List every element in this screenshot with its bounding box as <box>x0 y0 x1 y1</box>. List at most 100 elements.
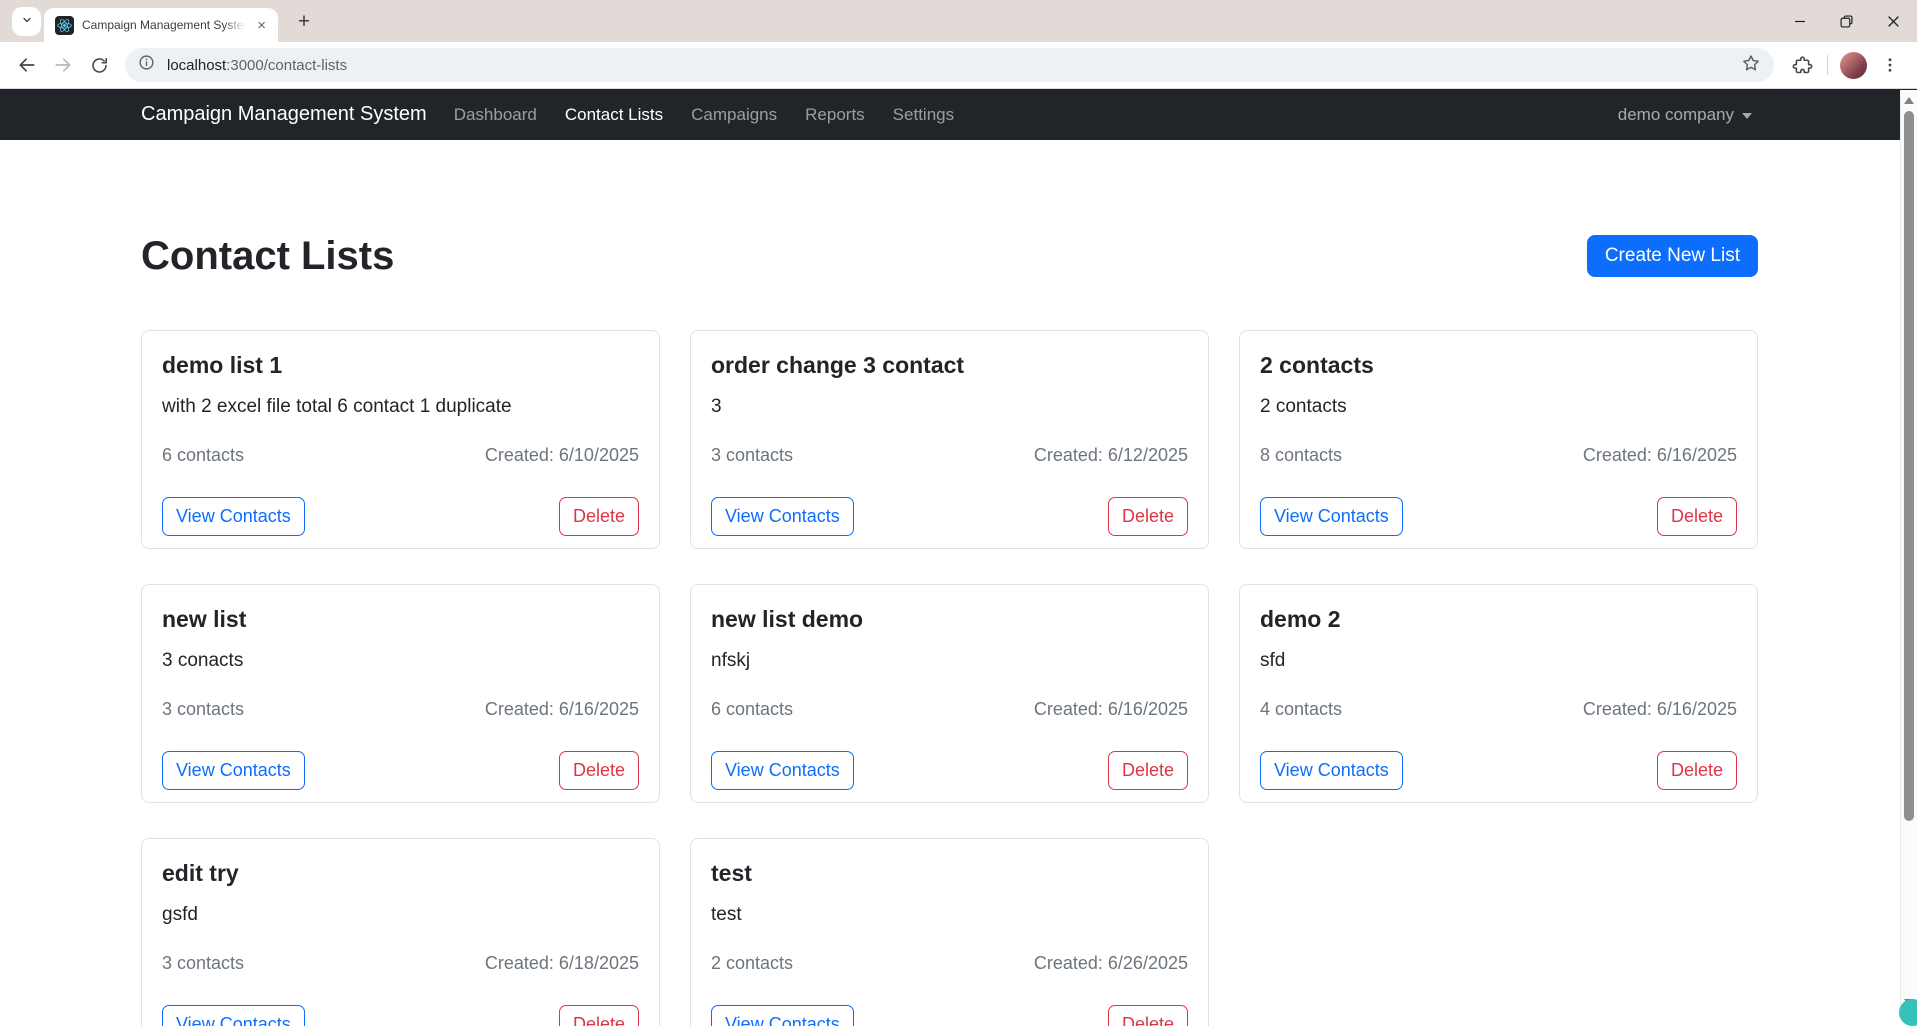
contact-list-card: edit try gsfd 3 contacts Created: 6/18/2… <box>141 838 660 1026</box>
list-description: gsfd <box>162 903 639 927</box>
list-created-date: Created: 6/26/2025 <box>1034 953 1188 974</box>
list-description: nfskj <box>711 649 1188 673</box>
list-name: order change 3 contact <box>711 351 1188 379</box>
site-info-icon[interactable] <box>138 54 155 76</box>
list-meta: 3 contacts Created: 6/18/2025 <box>162 953 639 974</box>
card-actions: View Contacts Delete <box>711 751 1188 790</box>
tab-title: Campaign Management System <box>82 18 246 32</box>
nav-link-campaigns[interactable]: Campaigns <box>677 105 791 125</box>
nav-link-reports[interactable]: Reports <box>791 105 879 125</box>
page-header: Contact Lists Create New List <box>141 232 1758 280</box>
tab-close-icon[interactable]: × <box>254 17 269 34</box>
scrollbar-thumb[interactable] <box>1904 111 1914 821</box>
list-name: demo 2 <box>1260 605 1737 633</box>
card-actions: View Contacts Delete <box>162 751 639 790</box>
list-name: demo list 1 <box>162 351 639 379</box>
contact-list-card: test test 2 contacts Created: 6/26/2025 … <box>690 838 1209 1026</box>
window-controls <box>1776 0 1917 42</box>
list-contact-count: 2 contacts <box>711 953 793 974</box>
reload-button[interactable] <box>81 47 117 83</box>
minimize-button[interactable] <box>1776 0 1823 42</box>
list-meta: 8 contacts Created: 6/16/2025 <box>1260 445 1737 466</box>
list-contact-count: 8 contacts <box>1260 445 1342 466</box>
browser-tab[interactable]: Campaign Management System × <box>44 8 278 42</box>
delete-button[interactable]: Delete <box>1108 1005 1188 1026</box>
list-contact-count: 6 contacts <box>711 699 793 720</box>
browser-tabstrip: Campaign Management System × + <box>0 0 1917 42</box>
list-description: 3 <box>711 395 1188 419</box>
delete-button[interactable]: Delete <box>559 497 639 536</box>
caret-down-icon <box>1742 113 1752 119</box>
url-text: localhost:3000/contact-lists <box>167 57 347 74</box>
view-contacts-button[interactable]: View Contacts <box>162 751 305 790</box>
view-contacts-button[interactable]: View Contacts <box>1260 751 1403 790</box>
list-name: test <box>711 859 1188 887</box>
back-button[interactable] <box>9 47 45 83</box>
list-meta: 6 contacts Created: 6/16/2025 <box>711 699 1188 720</box>
create-new-list-button[interactable]: Create New List <box>1587 235 1758 277</box>
nav-link-contact-lists[interactable]: Contact Lists <box>551 105 677 125</box>
list-meta: 4 contacts Created: 6/16/2025 <box>1260 699 1737 720</box>
contact-list-card: new list demo nfskj 6 contacts Created: … <box>690 584 1209 803</box>
tab-search-button[interactable] <box>12 7 41 36</box>
view-contacts-button[interactable]: View Contacts <box>162 1005 305 1026</box>
delete-button[interactable]: Delete <box>1657 751 1737 790</box>
profile-avatar[interactable] <box>1840 52 1867 79</box>
contact-list-card: order change 3 contact 3 3 contacts Crea… <box>690 330 1209 549</box>
list-contact-count: 3 contacts <box>711 445 793 466</box>
view-contacts-button[interactable]: View Contacts <box>162 497 305 536</box>
list-meta: 3 contacts Created: 6/12/2025 <box>711 445 1188 466</box>
page-scrollbar[interactable] <box>1900 90 1917 1013</box>
nav-link-dashboard[interactable]: Dashboard <box>440 105 551 125</box>
scrollbar-up-arrow-icon[interactable] <box>1904 97 1914 104</box>
contact-list-card: demo list 1 with 2 excel file total 6 co… <box>141 330 660 549</box>
list-meta: 6 contacts Created: 6/10/2025 <box>162 445 639 466</box>
url-path: :3000/contact-lists <box>226 57 347 74</box>
forward-button[interactable] <box>45 47 81 83</box>
address-bar[interactable]: localhost:3000/contact-lists <box>125 48 1774 82</box>
list-contact-count: 4 contacts <box>1260 699 1342 720</box>
card-actions: View Contacts Delete <box>162 1005 639 1026</box>
delete-button[interactable]: Delete <box>1108 497 1188 536</box>
app-brand[interactable]: Campaign Management System <box>141 103 427 126</box>
list-description: with 2 excel file total 6 contact 1 dupl… <box>162 395 639 419</box>
view-contacts-button[interactable]: View Contacts <box>711 497 854 536</box>
list-description: 2 contacts <box>1260 395 1737 419</box>
card-actions: View Contacts Delete <box>711 1005 1188 1026</box>
card-actions: View Contacts Delete <box>1260 497 1737 536</box>
list-description: 3 conacts <box>162 649 639 673</box>
bookmark-star-icon[interactable] <box>1741 53 1761 78</box>
page-title: Contact Lists <box>141 232 394 280</box>
view-contacts-button[interactable]: View Contacts <box>711 1005 854 1026</box>
list-name: new list <box>162 605 639 633</box>
company-dropdown-label: demo company <box>1618 105 1734 125</box>
list-name: edit try <box>162 859 639 887</box>
new-tab-button[interactable]: + <box>290 9 318 37</box>
nav-link-settings[interactable]: Settings <box>879 105 968 125</box>
browser-menu-icon[interactable] <box>1872 47 1908 83</box>
close-window-button[interactable] <box>1870 0 1917 42</box>
card-actions: View Contacts Delete <box>711 497 1188 536</box>
delete-button[interactable]: Delete <box>1657 497 1737 536</box>
main-content: Contact Lists Create New List demo list … <box>0 140 1917 1026</box>
delete-button[interactable]: Delete <box>559 1005 639 1026</box>
extensions-icon[interactable] <box>1784 47 1820 83</box>
company-dropdown[interactable]: demo company <box>1618 105 1752 125</box>
card-actions: View Contacts Delete <box>162 497 639 536</box>
delete-button[interactable]: Delete <box>1108 751 1188 790</box>
list-created-date: Created: 6/12/2025 <box>1034 445 1188 466</box>
list-created-date: Created: 6/18/2025 <box>485 953 639 974</box>
contact-list-card: demo 2 sfd 4 contacts Created: 6/16/2025… <box>1239 584 1758 803</box>
list-meta: 2 contacts Created: 6/26/2025 <box>711 953 1188 974</box>
list-description: sfd <box>1260 649 1737 673</box>
contact-list-card: 2 contacts 2 contacts 8 contacts Created… <box>1239 330 1758 549</box>
delete-button[interactable]: Delete <box>559 751 639 790</box>
url-host: localhost <box>167 57 226 74</box>
toolbar-divider <box>1827 55 1828 75</box>
view-contacts-button[interactable]: View Contacts <box>1260 497 1403 536</box>
view-contacts-button[interactable]: View Contacts <box>711 751 854 790</box>
nav-links: Dashboard Contact Lists Campaigns Report… <box>440 105 968 125</box>
list-created-date: Created: 6/16/2025 <box>1034 699 1188 720</box>
restore-button[interactable] <box>1823 0 1870 42</box>
contact-list-card: new list 3 conacts 3 contacts Created: 6… <box>141 584 660 803</box>
